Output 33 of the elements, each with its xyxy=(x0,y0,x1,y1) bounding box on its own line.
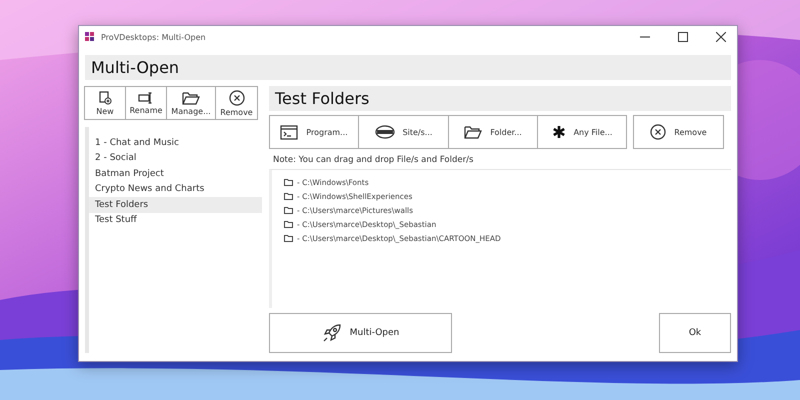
close-icon xyxy=(228,90,244,106)
list-item[interactable]: Crypto News and Charts xyxy=(89,182,262,197)
section-title: Test Folders xyxy=(269,86,731,111)
close-icon xyxy=(716,32,726,42)
list-item[interactable]: Test Folders xyxy=(89,197,262,212)
list-item[interactable]: 2 - Social xyxy=(89,150,262,166)
add-button[interactable]: Folder... xyxy=(448,115,538,149)
document-plus-icon xyxy=(98,90,112,104)
list-item[interactable]: 1 - Chat and Music xyxy=(89,135,262,150)
toolbar-button[interactable]: Remove xyxy=(215,86,258,120)
window-title: ProVDesktops: Multi-Open xyxy=(101,32,207,42)
close-icon xyxy=(650,124,666,140)
note-text: Note: You can drag and drop File/s and Folder/s xyxy=(273,155,474,165)
add-button[interactable]: Program... xyxy=(269,115,359,149)
multi-open-button[interactable]: Multi-Open xyxy=(269,313,452,353)
add-button[interactable]: Any File... xyxy=(537,115,627,149)
list-item[interactable]: Test Stuff xyxy=(89,212,262,228)
page-header: Multi-Open xyxy=(85,55,731,80)
app-icon xyxy=(85,32,95,42)
terminal-icon xyxy=(280,124,298,140)
rocket-icon xyxy=(322,323,342,343)
asterisk-icon xyxy=(552,125,566,139)
add-button[interactable]: Site/s... xyxy=(358,115,449,149)
add-button[interactable]: Remove xyxy=(633,115,724,149)
toolbar-button[interactable]: Rename xyxy=(125,86,167,120)
toolbar-button[interactable]: New xyxy=(84,86,126,120)
folder-icon xyxy=(182,90,200,104)
ok-button[interactable]: Ok xyxy=(659,313,731,353)
folder-icon xyxy=(464,125,482,139)
rename-icon xyxy=(138,92,154,104)
toolbar-button[interactable]: Manage... xyxy=(166,86,216,120)
list-item[interactable]: Batman Project xyxy=(89,166,262,182)
maximize-icon xyxy=(678,32,688,42)
